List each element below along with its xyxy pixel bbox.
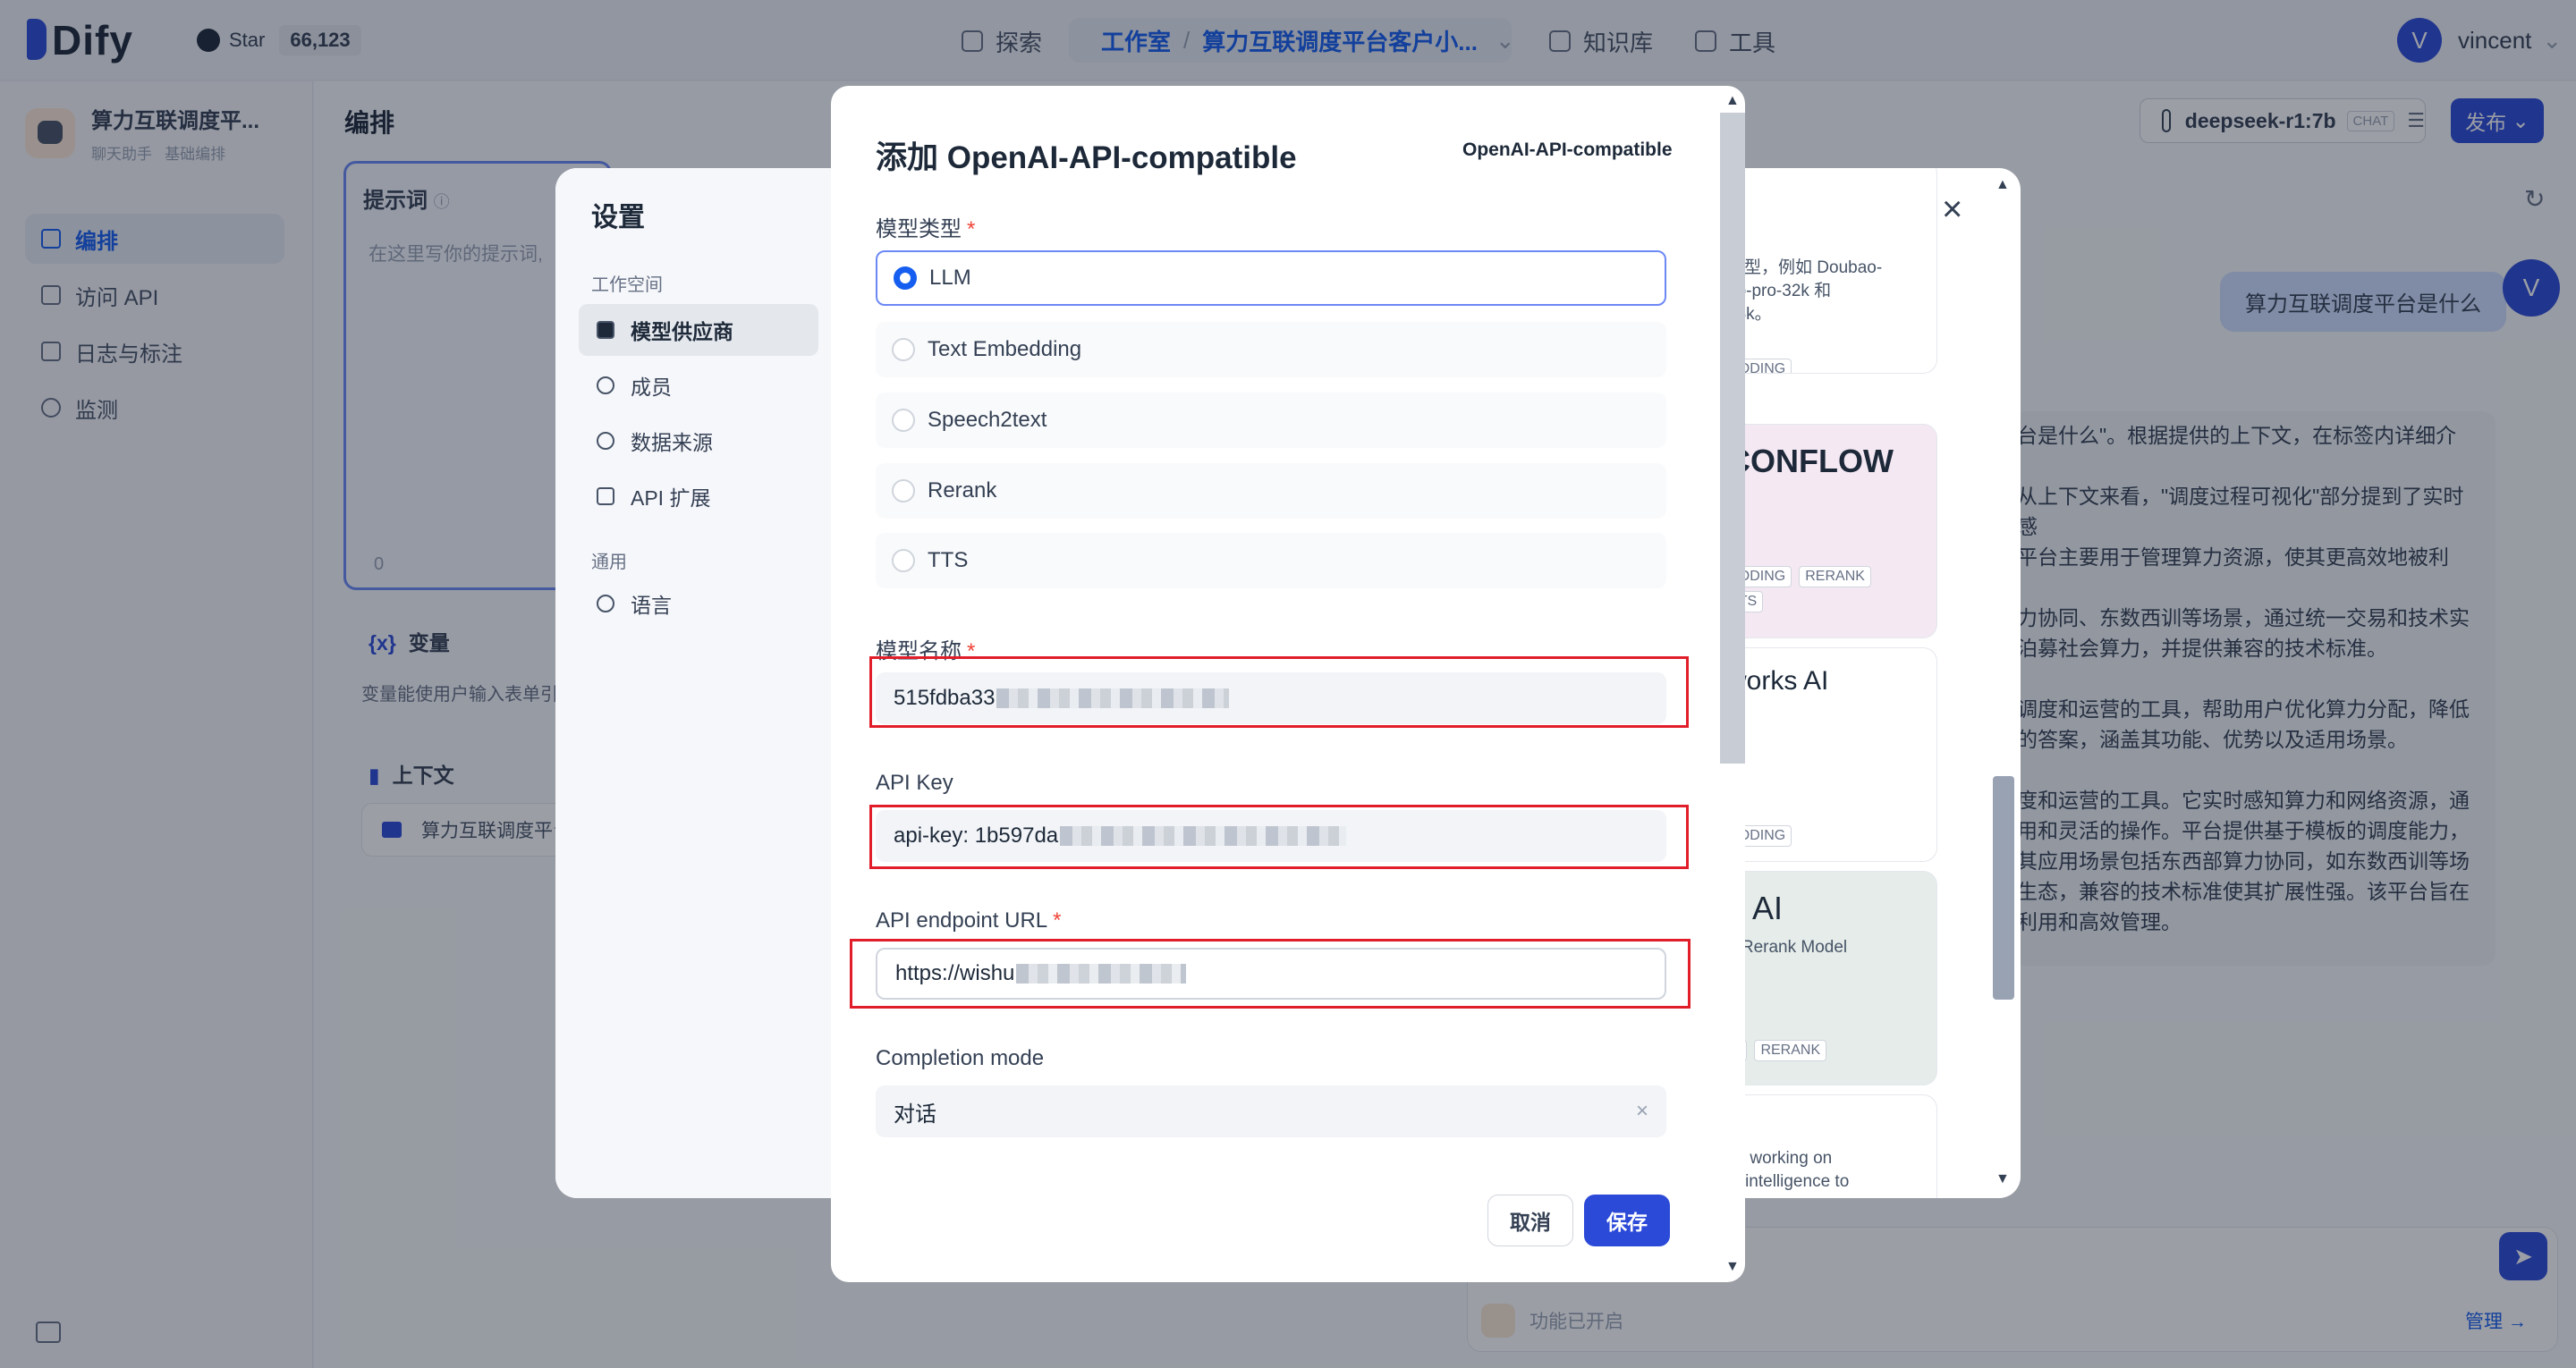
highlight-box: [869, 805, 1689, 869]
modal-title: 添加 OpenAI-API-compatible: [876, 140, 1297, 175]
radio-icon: [892, 479, 915, 502]
settings-item-model-provider[interactable]: 模型供应商: [579, 304, 818, 356]
completion-mode-label: Completion mode: [876, 1046, 1045, 1070]
members-icon: [597, 376, 614, 394]
model-type-label: 模型类型 *: [876, 217, 976, 241]
model-type-tts[interactable]: TTS: [876, 533, 1666, 588]
settings-item-api-extension[interactable]: API 扩展: [579, 470, 818, 522]
cancel-button[interactable]: 取消: [1487, 1195, 1573, 1246]
model-type-rerank[interactable]: Rerank: [876, 463, 1666, 519]
clear-icon[interactable]: ×: [1636, 1099, 1648, 1124]
scroll-down-icon[interactable]: ▼: [1996, 1171, 2010, 1187]
settings-title: 设置: [591, 203, 645, 232]
api-key-label: API Key: [876, 771, 953, 795]
radio-icon: [892, 549, 915, 572]
settings-item-data-source[interactable]: 数据来源: [579, 415, 818, 467]
model-type-speech2text[interactable]: Speech2text: [876, 393, 1666, 448]
provider-card[interactable]: 模型，例如 Doubao- no-pro-32k 和 28k。 EDDING: [1723, 168, 1937, 374]
settings-group-workspace: 工作空间: [591, 275, 663, 295]
scroll-down-icon[interactable]: ▼: [1725, 1259, 1740, 1275]
required-mark: *: [967, 217, 976, 241]
provider-card[interactable]: CONFLOW EDDINGRERANK TTS: [1723, 424, 1937, 638]
database-icon: [597, 432, 614, 450]
close-icon[interactable]: ×: [1942, 190, 1962, 230]
model-type-text-embedding[interactable]: Text Embedding: [876, 322, 1666, 377]
completion-mode-select[interactable]: 对话 ×: [876, 1085, 1666, 1137]
highlight-box: [869, 656, 1689, 728]
radio-icon: [892, 338, 915, 361]
save-button[interactable]: 保存: [1584, 1195, 1670, 1246]
api-extension-icon: [597, 487, 614, 505]
endpoint-label: API endpoint URL *: [876, 908, 1062, 933]
scrollbar[interactable]: [1990, 186, 2015, 1182]
provider-brand: OpenAI-API-compatible: [1462, 139, 1673, 160]
scrollbar-thumb[interactable]: [1993, 776, 2014, 1000]
model-type-llm[interactable]: LLM: [876, 250, 1666, 306]
cube-icon: [597, 321, 614, 339]
provider-card[interactable]: e AI d Rerank Model GRERANK: [1723, 871, 1937, 1085]
radio-checked-icon: [894, 266, 917, 290]
provider-card[interactable]: works AI EDDING: [1723, 647, 1937, 862]
radio-icon: [892, 409, 915, 432]
settings-item-language[interactable]: 语言: [579, 578, 818, 629]
settings-group-general: 通用: [591, 553, 627, 572]
required-mark: *: [1053, 908, 1062, 933]
translate-icon: [597, 595, 614, 612]
scroll-up-icon[interactable]: ▲: [1996, 177, 2010, 193]
scrollbar-thumb[interactable]: [1720, 113, 1745, 764]
provider-card[interactable]: ny working on al intelligence to: [1723, 1094, 1937, 1198]
scroll-up-icon[interactable]: ▲: [1725, 93, 1740, 109]
settings-item-members[interactable]: 成员: [579, 359, 818, 411]
highlight-box: [850, 939, 1690, 1009]
